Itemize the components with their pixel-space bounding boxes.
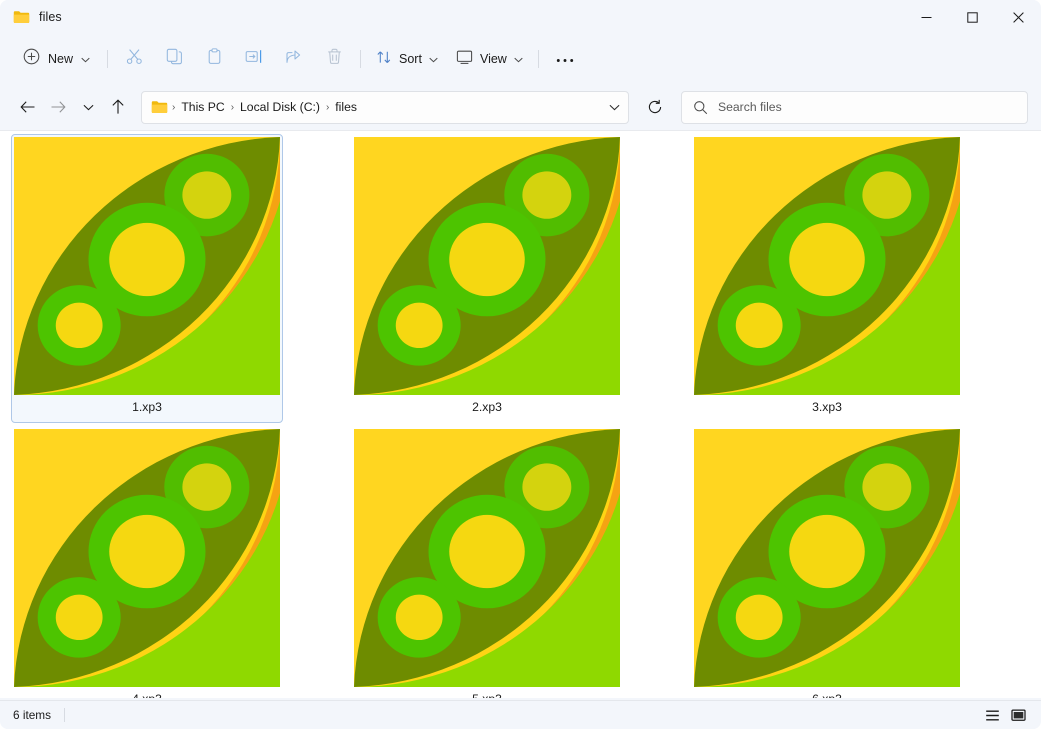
file-name-label: 3.xp3 (812, 400, 842, 414)
scissors-icon (126, 48, 143, 70)
details-view-button[interactable] (981, 705, 1004, 726)
file-tile[interactable]: 4.xp3 (11, 426, 283, 698)
plus-circle-icon (23, 48, 40, 70)
view-button[interactable]: View (447, 43, 532, 75)
thumbnail-image (354, 137, 620, 395)
command-bar: New Sort View (0, 34, 1041, 84)
window-title: files (39, 10, 62, 24)
copy-button[interactable] (154, 43, 194, 75)
file-grid: 1.xp3 2.xp3 3.xp3 (0, 131, 1041, 698)
file-tile[interactable]: 3.xp3 (691, 134, 963, 423)
file-thumbnail (353, 136, 621, 396)
file-thumbnail (693, 136, 961, 396)
file-thumbnail (353, 428, 621, 688)
folder-icon (13, 10, 30, 24)
maximize-button[interactable] (949, 0, 995, 34)
breadcrumb-item-this-pc[interactable]: This PC (176, 98, 229, 116)
file-tile[interactable]: 2.xp3 (351, 134, 623, 423)
file-tile[interactable]: 5.xp3 (351, 426, 623, 698)
toolbar-divider-3 (537, 50, 539, 68)
thumbnail-image (694, 137, 960, 395)
toolbar-divider (107, 50, 109, 68)
breadcrumb-item-files[interactable]: files (330, 98, 362, 116)
refresh-button[interactable] (640, 92, 670, 122)
file-thumbnail (13, 428, 281, 688)
view-toggle-group (981, 705, 1030, 726)
thumbnail-image (694, 429, 960, 687)
sort-button[interactable]: Sort (367, 43, 447, 75)
address-bar-row: › This PC › Local Disk (C:) › files Sear… (0, 84, 1041, 130)
file-name-label: 5.xp3 (353, 688, 621, 698)
up-button[interactable] (103, 92, 133, 122)
file-name-label: 2.xp3 (472, 400, 502, 414)
more-options-button[interactable] (545, 43, 585, 75)
breadcrumb-item-local-disk[interactable]: Local Disk (C:) (235, 98, 325, 116)
file-explorer-window: files New Sort View › This PC › Local Di… (0, 0, 1041, 729)
cut-button[interactable] (114, 43, 154, 75)
thumbnail-image (354, 429, 620, 687)
minimize-button[interactable] (903, 0, 949, 34)
chevron-down-icon (81, 50, 90, 68)
file-thumbnail (13, 136, 281, 396)
delete-button[interactable] (314, 43, 354, 75)
title-bar-left: files (0, 0, 62, 34)
close-button[interactable] (995, 0, 1041, 34)
status-bar: 6 items (0, 700, 1041, 729)
address-bar[interactable]: › This PC › Local Disk (C:) › files (141, 90, 629, 124)
paste-button[interactable] (194, 43, 234, 75)
ellipsis-icon (556, 50, 574, 68)
rename-icon (245, 48, 263, 70)
thumbnail-image (14, 429, 280, 687)
share-icon (285, 48, 303, 70)
trash-icon (326, 48, 343, 70)
search-placeholder: Search files (718, 100, 782, 114)
back-button[interactable] (13, 92, 43, 122)
file-list-view: 1.xp3 2.xp3 3.xp3 (0, 130, 1041, 698)
recent-locations-button[interactable] (73, 92, 103, 122)
file-tile[interactable]: 1.xp3 (11, 134, 283, 423)
file-tile[interactable]: 6.xp3 (691, 426, 963, 698)
file-name-label: 6.xp3 (693, 688, 961, 698)
file-name-label: 1.xp3 (132, 400, 162, 414)
status-divider (64, 708, 66, 722)
large-icons-view-button[interactable] (1007, 705, 1030, 726)
title-bar: files (0, 0, 1041, 34)
thumbnail-image (14, 137, 280, 395)
chevron-down-icon (429, 50, 438, 68)
rename-button[interactable] (234, 43, 274, 75)
window-controls (903, 0, 1041, 34)
breadcrumb: › This PC › Local Disk (C:) › files (171, 98, 600, 116)
new-button[interactable]: New (14, 43, 101, 75)
toolbar-divider-2 (360, 50, 362, 68)
item-count-label: 6 items (13, 708, 52, 722)
share-button[interactable] (274, 43, 314, 75)
clipboard-icon (206, 48, 223, 70)
search-icon (693, 100, 708, 115)
view-button-label: View (479, 52, 507, 66)
file-name-label: 4.xp3 (13, 688, 281, 698)
chevron-down-icon (514, 50, 523, 68)
address-dropdown-button[interactable] (600, 94, 628, 121)
folder-icon (151, 100, 168, 114)
search-input[interactable]: Search files (681, 90, 1028, 124)
view-monitor-icon (456, 49, 473, 70)
address-bar-actions (600, 94, 628, 121)
sort-arrows-icon (376, 49, 392, 70)
file-thumbnail (693, 428, 961, 688)
sort-button-label: Sort (399, 52, 422, 66)
new-button-label: New (48, 52, 74, 66)
copy-icon (166, 48, 183, 70)
forward-button[interactable] (43, 92, 73, 122)
